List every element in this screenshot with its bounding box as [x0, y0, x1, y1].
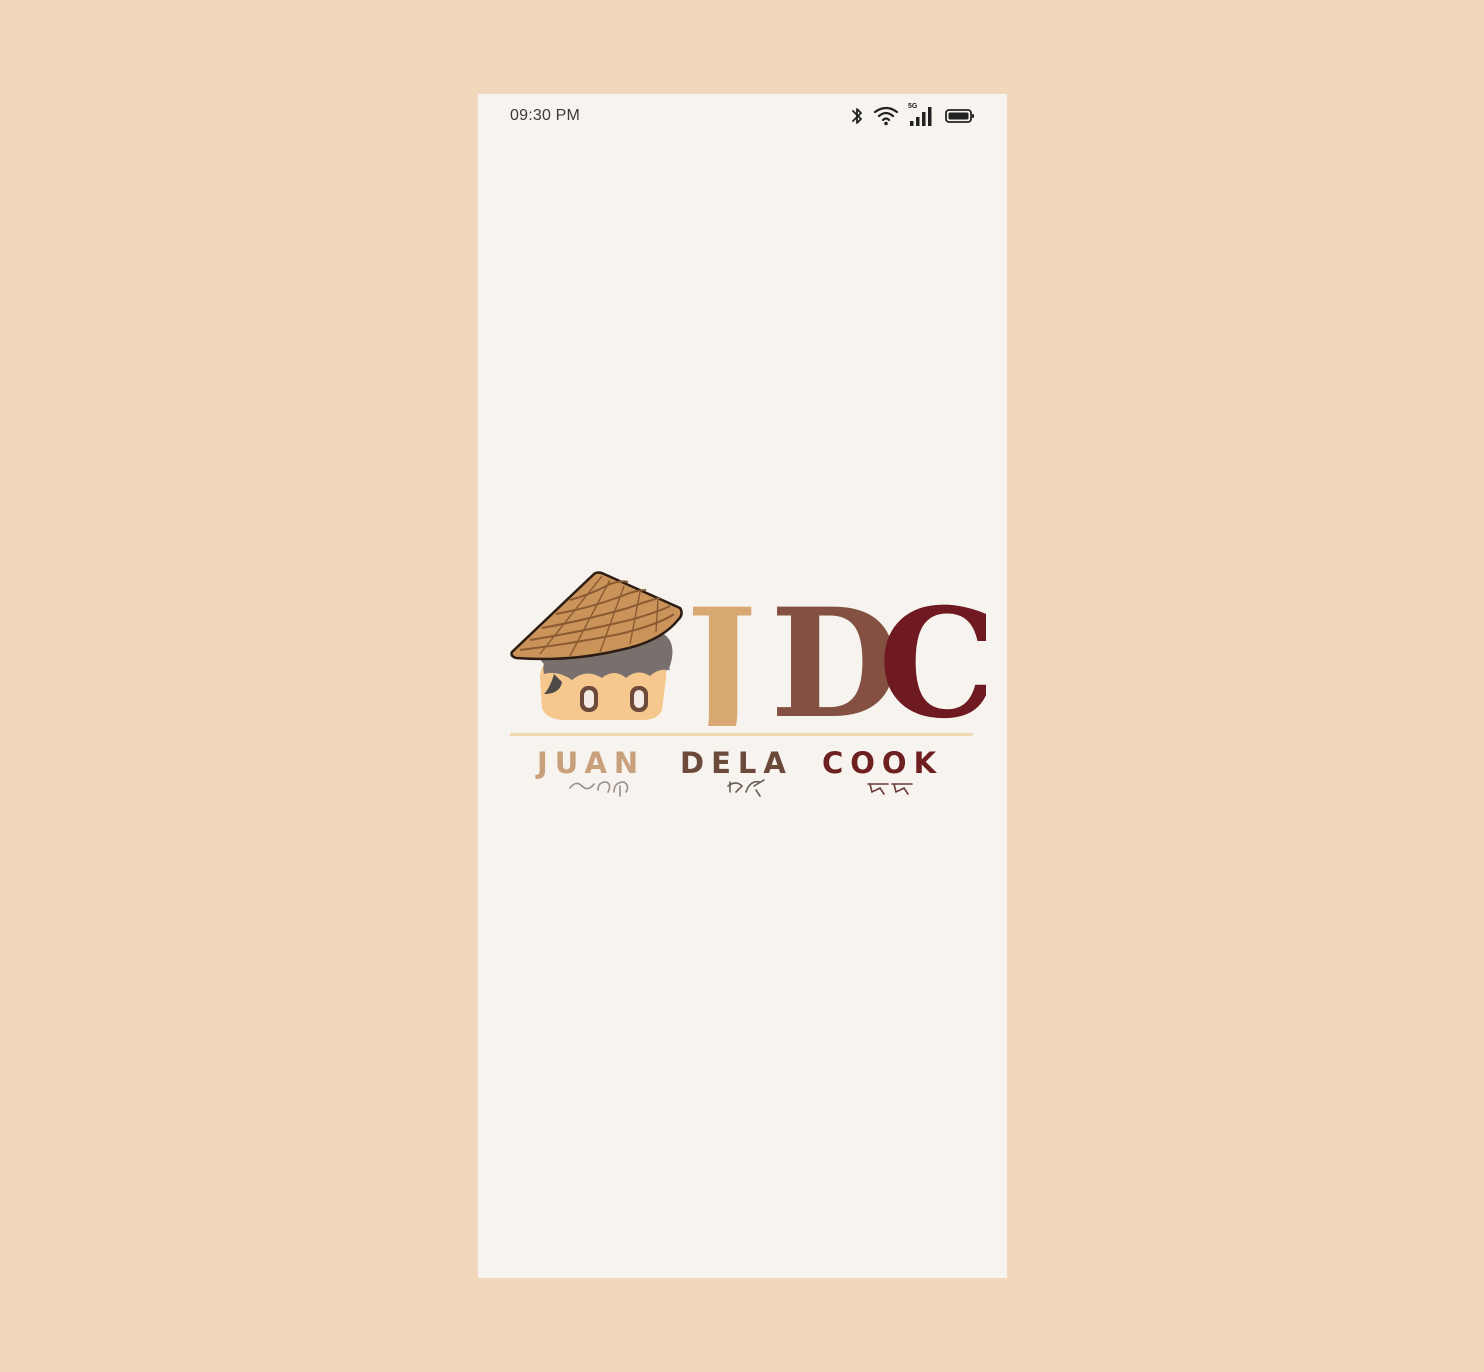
- phone-screen: 09:30 PM 5G J D C JUAN DELA COOK: [478, 94, 1007, 1278]
- baybayin-script-juan: [569, 781, 629, 797]
- monogram-letter-j: J: [686, 576, 757, 726]
- logo-word-dela: DELA: [680, 746, 793, 780]
- status-icons: 5G: [850, 103, 975, 128]
- monogram-letter-c: C: [878, 576, 986, 726]
- battery-icon: [945, 107, 975, 125]
- logo-word-juan: JUAN: [537, 746, 646, 780]
- logo-divider: [510, 733, 973, 736]
- status-bar: 09:30 PM 5G: [478, 94, 1007, 138]
- network-label: 5G: [908, 103, 918, 110]
- status-time: 09:30 PM: [510, 107, 581, 124]
- mascot-illustration: [510, 571, 683, 720]
- bluetooth-icon: [850, 106, 864, 126]
- signal-icon: 5G: [908, 103, 936, 127]
- baybayin-script-dela: [727, 779, 765, 797]
- jdc-monogram: J D C: [686, 576, 986, 726]
- baybayin-script-cook: [867, 783, 913, 795]
- wifi-icon: [873, 106, 899, 126]
- logo-word-cook: COOK: [822, 746, 944, 780]
- app-logo: J D C JUAN DELA COOK: [510, 570, 986, 810]
